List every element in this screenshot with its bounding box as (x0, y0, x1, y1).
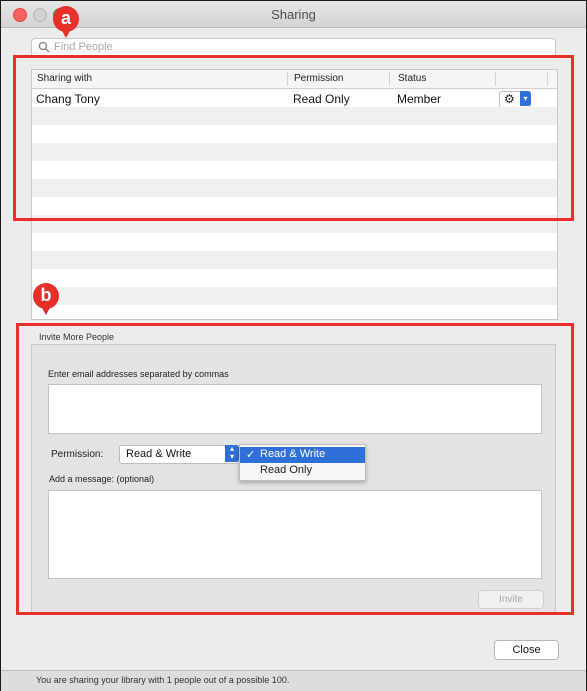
title-bar: Sharing (1, 1, 586, 28)
status-bar: You are sharing your library with 1 peop… (1, 670, 586, 691)
callout-b-highlight (16, 323, 574, 615)
search-icon (38, 41, 50, 53)
search-placeholder: Find People (54, 41, 113, 53)
close-button[interactable]: Close (494, 640, 559, 660)
callout-a-highlight (13, 55, 574, 221)
callout-b-pointer (41, 306, 51, 315)
window-title: Sharing (271, 7, 316, 22)
status-text: You are sharing your library with 1 peop… (36, 675, 290, 685)
callout-a-pointer (61, 29, 71, 38)
